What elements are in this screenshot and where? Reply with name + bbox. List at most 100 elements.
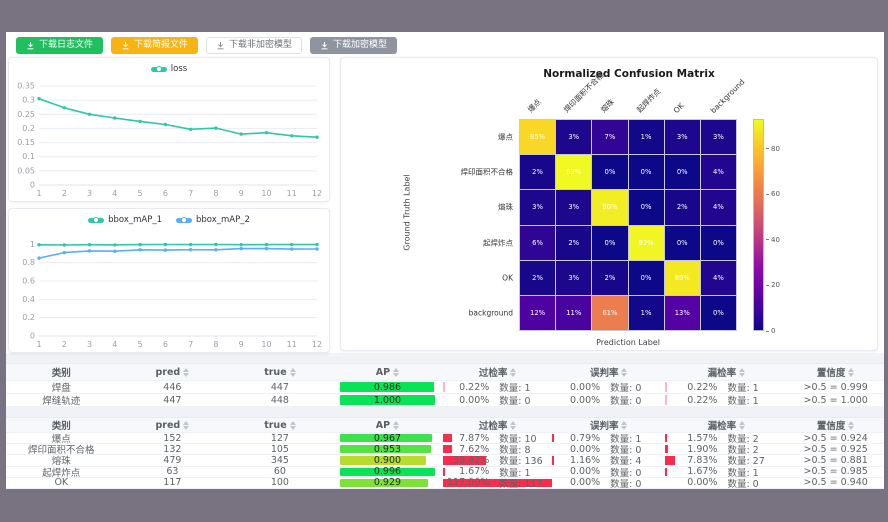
svg-text:5: 5 (138, 189, 143, 198)
cell-ap: 0.929 (332, 478, 444, 488)
colorbar-tick: 20 (766, 281, 780, 289)
mis-rate-cell: 0.00%数量: 0 (552, 478, 665, 488)
ap-bar-track: 0.967 (340, 433, 436, 443)
over-rate-cell: 0.22%数量: 1 (443, 381, 552, 393)
sort-carets-icon[interactable] (183, 421, 189, 430)
miss-rate-cell: 7.83%数量: 27 (665, 455, 787, 465)
rate-count: 数量: 0 (604, 381, 665, 393)
svg-text:0.25: 0.25 (17, 110, 35, 119)
download-report-button[interactable]: 下载简报文件 (111, 37, 198, 54)
svg-text:8: 8 (213, 340, 218, 349)
sort-carets-icon[interactable] (510, 421, 516, 430)
column-header-conf[interactable]: 置信度 (787, 364, 884, 380)
legend-item-bbox_mAP_2[interactable]: bbox_mAP_2 (176, 215, 250, 225)
svg-text:0.4: 0.4 (22, 295, 35, 304)
matrix-cell: 0% (592, 155, 627, 189)
sort-carets-icon[interactable] (621, 368, 627, 377)
download-log-button[interactable]: 下载日志文件 (16, 37, 103, 54)
column-header-label: pred (156, 420, 181, 431)
dashboard: 下载日志文件 下载简报文件 下载非加密模型 下载加密模型 (6, 32, 884, 489)
rate-count: 数量: 0 (604, 467, 665, 477)
sort-carets-icon[interactable] (621, 421, 627, 430)
cell-true: 447 (228, 381, 332, 393)
svg-text:12: 12 (312, 340, 322, 349)
matrix-row-label: background (341, 309, 513, 318)
matrix-cell: 6% (520, 226, 555, 260)
matrix-cell: 0% (629, 155, 664, 189)
matrix-cell: 7% (592, 120, 627, 154)
column-header-label: 置信度 (817, 418, 846, 432)
sort-carets-icon[interactable] (510, 368, 516, 377)
cell-name: 熔珠 (6, 455, 117, 465)
column-header-miss[interactable]: 漏检率 (665, 364, 787, 380)
sort-carets-icon[interactable] (290, 421, 296, 430)
legend-marker-dot (93, 217, 99, 223)
colorbar-tick: 0 (766, 327, 775, 335)
column-header-conf[interactable]: 置信度 (787, 418, 884, 432)
cell-mis: 0.00%数量: 0 (552, 381, 665, 393)
column-header-mis[interactable]: 误判率 (552, 364, 665, 380)
miss-rate-cell: 1.90%数量: 2 (665, 444, 787, 454)
column-header-ap[interactable]: AP (332, 418, 444, 432)
table-row: OK1171000.929117.00%数量: 1170.00%数量: 00.0… (6, 478, 884, 489)
class-metrics-table: 类别predtrueAP过检率误判率漏检率置信度爆点1521270.9677.8… (6, 417, 884, 489)
sort-carets-icon[interactable] (393, 368, 399, 377)
matrix-row-label: 起焊炸点 (341, 237, 513, 248)
column-header-true[interactable]: true (228, 364, 332, 380)
download-encrypted-model-button[interactable]: 下载加密模型 (310, 37, 397, 54)
legend-marker (176, 218, 192, 223)
cell-mis: 0.00%数量: 0 (552, 467, 665, 477)
confusion-matrix-grid: 85%3%7%1%3%3%2%93%0%0%0%4%3%3%90%0%2%4%6… (519, 119, 737, 331)
ap-bar-track: 0.929 (340, 478, 436, 488)
sort-carets-icon[interactable] (848, 368, 854, 377)
ap-value: 0.900 (340, 455, 436, 465)
svg-text:0.1: 0.1 (22, 152, 35, 161)
legend-item-bbox_mAP_1[interactable]: bbox_mAP_1 (88, 215, 162, 225)
matrix-cell: 0% (701, 226, 736, 260)
svg-text:7: 7 (188, 189, 193, 198)
table-row: 焊盘4464470.9860.22%数量: 10.00%数量: 00.22%数量… (6, 381, 884, 394)
column-header-pred[interactable]: pred (117, 418, 229, 432)
download-unencrypted-model-button[interactable]: 下载非加密模型 (206, 37, 302, 54)
sort-carets-icon[interactable] (848, 421, 854, 430)
cell-name: 爆点 (6, 433, 117, 443)
cell-name: 焊盘 (6, 381, 117, 393)
cell-mis: 0.79%数量: 1 (552, 433, 665, 443)
mis-rate-cell: 0.00%数量: 0 (552, 444, 665, 454)
download-icon (26, 41, 35, 50)
column-header-miss[interactable]: 漏检率 (665, 418, 787, 432)
rate-count: 数量: 10 (493, 433, 552, 443)
column-header-over[interactable]: 过检率 (443, 418, 552, 432)
column-header-ap[interactable]: AP (332, 364, 444, 380)
sort-carets-icon[interactable] (393, 421, 399, 430)
legend-item-loss[interactable]: loss (151, 64, 187, 74)
sort-carets-icon[interactable] (290, 368, 296, 377)
matrix-cell: 0% (629, 261, 664, 295)
mis-rate-cell: 0.79%数量: 1 (552, 433, 665, 443)
matrix-col-label: background (708, 77, 746, 115)
column-header-over[interactable]: 过检率 (443, 364, 552, 380)
matrix-cell: 4% (701, 261, 736, 295)
rate-percent: 0.22% (665, 395, 721, 406)
column-header-true[interactable]: true (228, 418, 332, 432)
svg-text:9: 9 (239, 340, 244, 349)
sort-carets-icon[interactable] (739, 421, 745, 430)
column-header-pred[interactable]: pred (117, 364, 229, 380)
column-header-mis[interactable]: 误判率 (552, 418, 665, 432)
legend-label: bbox_mAP_1 (108, 215, 162, 225)
cell-miss: 7.83%数量: 27 (665, 455, 787, 465)
svg-text:3: 3 (87, 340, 92, 349)
sort-carets-icon[interactable] (183, 368, 189, 377)
sort-carets-icon[interactable] (739, 368, 745, 377)
matrix-cell: 2% (520, 155, 555, 189)
matrix-cell: 89% (665, 261, 700, 295)
rate-count: 数量: 1 (493, 467, 552, 477)
svg-text:0.35: 0.35 (17, 82, 35, 91)
svg-text:6: 6 (163, 340, 168, 349)
matrix-cell: 4% (701, 155, 736, 189)
rate-percent: 7.87% (443, 433, 493, 443)
cell-name: 焊印面积不合格 (6, 444, 117, 454)
cell-miss: 1.67%数量: 1 (665, 467, 787, 477)
cell-miss: 1.90%数量: 2 (665, 444, 787, 454)
cell-conf: >0.5 = 0.985 (787, 467, 884, 477)
